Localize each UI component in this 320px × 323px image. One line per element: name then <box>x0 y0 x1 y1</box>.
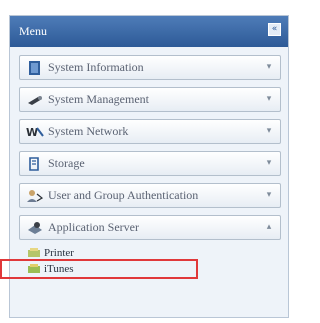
application-server-submenu: Printer iTunes <box>19 245 281 277</box>
menu-title: Menu <box>19 24 47 38</box>
collapse-icon[interactable]: « <box>268 23 281 36</box>
menu-item-system-network[interactable]: W System Network ▾ <box>19 119 281 144</box>
submenu-item-printer[interactable]: Printer <box>27 245 281 261</box>
menu-item-system-management[interactable]: System Management ▾ <box>19 87 281 112</box>
itunes-icon <box>28 264 40 273</box>
menu-item-label: Application Server <box>48 220 139 234</box>
menu-item-application-server[interactable]: Application Server ▴ <box>19 215 281 240</box>
menu-items: System Information ▾ System Management ▾… <box>10 47 288 277</box>
expand-icon[interactable]: ▾ <box>264 158 274 168</box>
menu-item-label: System Management <box>48 92 149 106</box>
menu-item-label: User and Group Authentication <box>48 188 199 202</box>
submenu-item-label: Printer <box>44 247 74 259</box>
collapse-section-icon[interactable]: ▴ <box>264 222 274 232</box>
users-icon <box>27 189 44 202</box>
expand-icon[interactable]: ▾ <box>264 126 274 136</box>
network-icon: W <box>26 126 44 139</box>
menu-panel: Menu « System Information ▾ System Manag… <box>9 15 289 318</box>
storage-icon <box>29 156 39 171</box>
menu-item-label: System Information <box>48 60 144 74</box>
expand-icon[interactable]: ▾ <box>264 62 274 72</box>
menu-item-label: Storage <box>48 156 85 170</box>
app-server-icon <box>28 221 42 234</box>
menu-item-storage[interactable]: Storage ▾ <box>19 151 281 176</box>
svg-text:W: W <box>26 126 38 139</box>
submenu-item-label: iTunes <box>44 263 74 275</box>
info-book-icon <box>29 60 40 75</box>
menu-item-label: System Network <box>48 124 129 138</box>
management-icon <box>28 95 42 105</box>
expand-icon[interactable]: ▾ <box>264 94 274 104</box>
menu-header: Menu « <box>10 16 288 47</box>
expand-icon[interactable]: ▾ <box>264 190 274 200</box>
menu-item-user-group-authentication[interactable]: User and Group Authentication ▾ <box>19 183 281 208</box>
printer-icon <box>28 248 40 257</box>
menu-item-system-information[interactable]: System Information ▾ <box>19 55 281 80</box>
submenu-item-itunes[interactable]: iTunes <box>27 261 281 277</box>
